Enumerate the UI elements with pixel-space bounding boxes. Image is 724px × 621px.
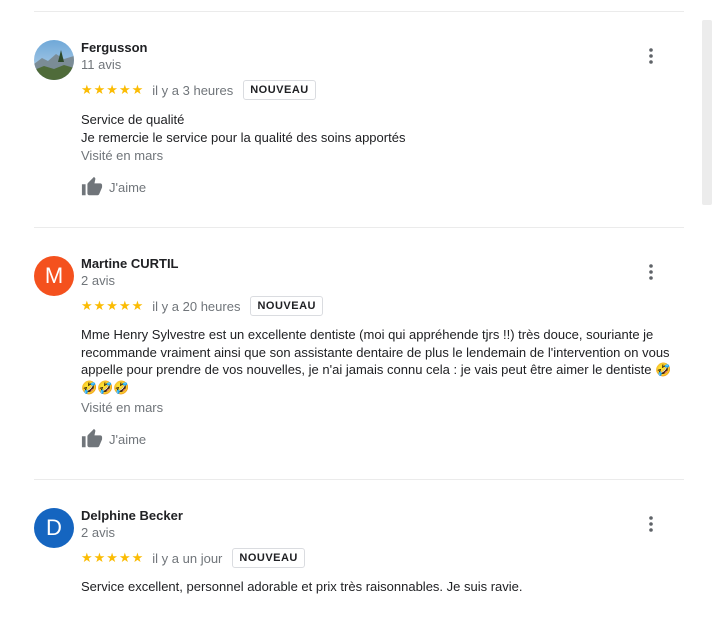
reviewer-name[interactable]: Delphine Becker bbox=[81, 508, 183, 523]
rating-row: ★★★★★ il y a 3 heures NOUVEAU bbox=[81, 80, 316, 100]
review-menu-button[interactable] bbox=[641, 262, 661, 282]
star-rating: ★★★★★ bbox=[81, 82, 145, 97]
like-label: J'aime bbox=[109, 431, 147, 447]
star-rating: ★★★★★ bbox=[81, 298, 145, 313]
review-text: Mme Henry Sylvestre est un excellente de… bbox=[81, 327, 672, 395]
more-vertical-icon bbox=[649, 48, 653, 64]
avatar-letter: M bbox=[44, 263, 64, 288]
visit-date: Visité en mars bbox=[81, 400, 164, 415]
like-button[interactable]: J'aime bbox=[81, 428, 146, 450]
rating-row: ★★★★★ il y a 20 heures NOUVEAU bbox=[81, 296, 323, 316]
review-menu-button[interactable] bbox=[641, 514, 661, 534]
review-text: Service excellent, personnel adorable et… bbox=[81, 579, 523, 594]
new-badge: NOUVEAU bbox=[232, 548, 305, 568]
reviewer-name[interactable]: Fergusson bbox=[81, 40, 147, 55]
review-time: il y a un jour bbox=[152, 550, 223, 566]
review-divider bbox=[34, 227, 684, 228]
thumb-up-icon bbox=[81, 428, 103, 448]
avatar[interactable]: M bbox=[34, 256, 74, 296]
rating-row: ★★★★★ il y a un jour NOUVEAU bbox=[81, 548, 305, 568]
reviewer-name[interactable]: Martine CURTIL bbox=[81, 256, 179, 271]
review-time: il y a 3 heures bbox=[152, 82, 234, 98]
avatar-photo bbox=[34, 40, 74, 80]
review-card: M Martine CURTIL 2 avis ★★★★★ il y a 20 … bbox=[34, 256, 684, 456]
review-divider bbox=[34, 479, 684, 480]
review-text: Service de qualité Je remercie le servic… bbox=[81, 112, 406, 145]
visit-date: Visité en mars bbox=[81, 148, 164, 163]
top-divider bbox=[34, 11, 684, 12]
thumb-up-icon bbox=[81, 176, 103, 196]
new-badge: NOUVEAU bbox=[243, 80, 316, 100]
review-count: 2 avis bbox=[81, 273, 115, 288]
review-menu-button[interactable] bbox=[641, 46, 661, 66]
review-count: 2 avis bbox=[81, 525, 115, 540]
star-rating: ★★★★★ bbox=[81, 550, 145, 565]
like-label: J'aime bbox=[109, 179, 147, 195]
review-time: il y a 20 heures bbox=[152, 298, 241, 314]
avatar-letter: D bbox=[46, 515, 62, 540]
new-badge: NOUVEAU bbox=[250, 296, 323, 316]
more-vertical-icon bbox=[649, 264, 653, 280]
avatar[interactable] bbox=[34, 40, 74, 80]
more-vertical-icon bbox=[649, 516, 653, 532]
review-count: 11 avis bbox=[81, 57, 122, 72]
review-card: Fergusson 11 avis ★★★★★ il y a 3 heures … bbox=[34, 40, 684, 210]
review-card: D Delphine Becker 2 avis ★★★★★ il y a un… bbox=[34, 508, 684, 608]
like-button[interactable]: J'aime bbox=[81, 176, 146, 198]
avatar[interactable]: D bbox=[34, 508, 74, 548]
scrollbar-thumb[interactable] bbox=[702, 20, 712, 205]
